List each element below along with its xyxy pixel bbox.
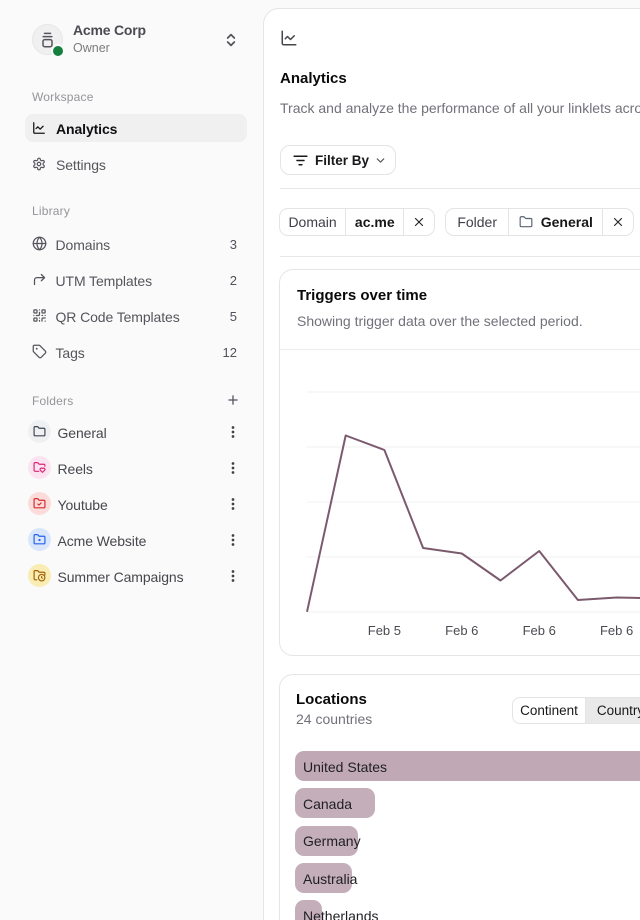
svg-text:Feb 6: Feb 6 bbox=[523, 623, 556, 638]
svg-text:Feb 6: Feb 6 bbox=[445, 623, 478, 638]
svg-text:Feb 6: Feb 6 bbox=[600, 623, 633, 638]
svg-text:Feb 5: Feb 5 bbox=[368, 623, 401, 638]
